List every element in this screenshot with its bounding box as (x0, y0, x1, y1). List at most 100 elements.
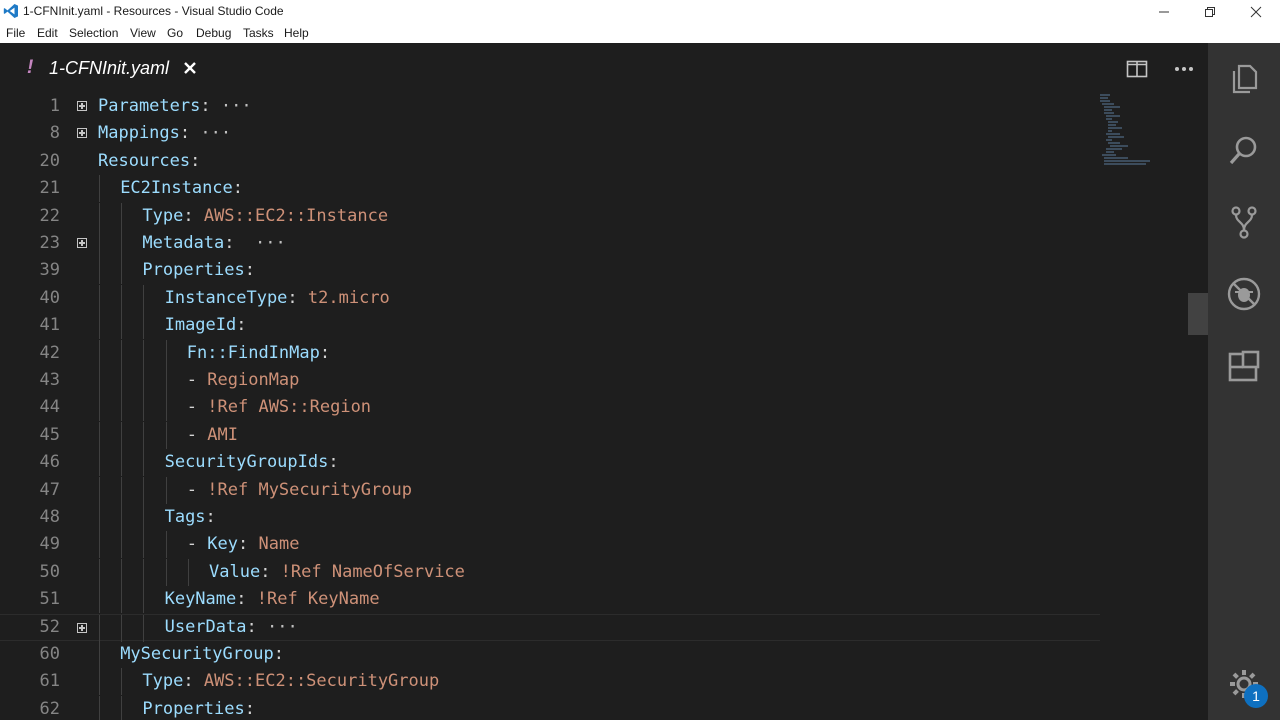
vertical-scrollbar[interactable] (1188, 93, 1208, 720)
code-text: EC2Instance: (120, 175, 243, 202)
indent-guide (143, 421, 145, 449)
menu-debug[interactable]: Debug (196, 26, 231, 40)
debug-icon[interactable] (1226, 276, 1262, 312)
code-token: - (186, 370, 208, 390)
code-line[interactable]: 62 Properties: (0, 695, 1100, 720)
more-actions-icon[interactable] (1173, 58, 1195, 80)
code-token: : (190, 150, 201, 171)
code-line[interactable]: 43 - RegionMap (0, 367, 1100, 394)
expand-fold-icon[interactable] (77, 101, 87, 111)
code-line[interactable]: 47 - !Ref MySecurityGroup (0, 476, 1100, 504)
code-text: Tags: (165, 504, 216, 531)
menu-bar: File Edit Selection View Go Debug Tasks … (0, 23, 1280, 44)
code-token: : (224, 233, 235, 253)
code-text: Fn::FindInMap: (187, 340, 330, 367)
modified-indicator: ! (27, 57, 34, 78)
indent-guide (143, 312, 145, 340)
menu-go[interactable]: Go (167, 26, 183, 40)
indent-guide (143, 531, 145, 559)
line-number: 1 (49, 96, 60, 116)
restore-button[interactable] (1187, 0, 1233, 23)
line-number: 41 (39, 315, 60, 336)
indent-guide (165, 531, 167, 559)
code-line[interactable]: 41 ImageId: (0, 312, 1100, 340)
indent-guide (99, 175, 100, 203)
code-token: : (244, 698, 255, 719)
code-token: : (287, 287, 308, 308)
indent-guide (99, 339, 100, 367)
indent-guide (99, 586, 100, 614)
close-icon[interactable] (181, 59, 199, 77)
indent-guide (121, 339, 123, 367)
editor-tab-strip: ! 1-CFNInit.yaml (0, 43, 1208, 93)
expand-fold-icon[interactable] (77, 128, 87, 139)
code-line[interactable]: 49 - Key: Name (0, 531, 1100, 559)
indent-guide (121, 476, 123, 504)
code-token: : (328, 452, 339, 473)
code-line[interactable]: 52 UserData: ··· (0, 613, 1100, 642)
search-icon[interactable] (1226, 132, 1262, 168)
code-line[interactable]: 23 Metadata: ··· (0, 230, 1100, 257)
code-line[interactable]: 42 Fn::FindInMap: (0, 339, 1100, 367)
split-editor-icon[interactable] (1126, 58, 1148, 80)
menu-tasks[interactable]: Tasks (243, 26, 274, 40)
code-line[interactable]: 21 EC2Instance: (0, 175, 1100, 203)
expand-fold-icon[interactable] (77, 238, 87, 248)
indent-guide (99, 230, 100, 257)
code-line[interactable]: 1 Parameters: ··· (0, 93, 1100, 120)
code-text: Properties: (142, 696, 255, 720)
menu-edit[interactable]: Edit (37, 26, 58, 40)
code-line[interactable]: 22 Type: AWS::EC2::Instance (0, 202, 1100, 230)
indent-guide (143, 476, 145, 504)
code-token: Metadata (142, 233, 225, 253)
code-token: Properties (142, 260, 245, 281)
code-line[interactable]: 46 SecurityGroupIds: (0, 449, 1100, 477)
code-line[interactable]: 51 KeyName: !Ref KeyName (0, 586, 1100, 614)
activity-bar (1208, 43, 1280, 720)
explorer-icon[interactable] (1226, 60, 1262, 96)
code-token: SecurityGroupIds (164, 452, 329, 473)
code-token: Mappings (98, 123, 180, 144)
code-token: : (183, 205, 204, 226)
code-line[interactable]: 20 Resources: (0, 148, 1100, 175)
code-line[interactable]: 39 Properties: (0, 257, 1100, 285)
code-token: !Ref MySecurityGroup (207, 479, 412, 500)
code-token: !Ref KeyName (256, 589, 380, 610)
scrollbar-thumb[interactable] (1188, 293, 1208, 335)
tab-1-cfninit-yaml[interactable]: ! 1-CFNInit.yaml (0, 43, 218, 93)
indent-guide (121, 504, 123, 531)
code-line[interactable]: 48 Tags: (0, 504, 1100, 531)
code-editor[interactable]: 1 Parameters: ··· 8 Mappings: ··· 20 Resource… (0, 93, 1208, 720)
code-token: UserData (164, 616, 247, 637)
minimize-icon (1159, 11, 1169, 12)
code-line[interactable]: 61 Type: AWS::EC2::SecurityGroup (0, 668, 1100, 696)
code-line[interactable]: 45 - AMI (0, 421, 1100, 449)
settings-update-badge[interactable]: 1 (1244, 684, 1268, 708)
code-line[interactable]: 8 Mappings: ··· (0, 120, 1100, 147)
code-token: Fn::FindInMap (186, 342, 320, 363)
code-line[interactable]: 60 MySecurityGroup: (0, 641, 1100, 668)
close-window-button[interactable] (1233, 0, 1279, 23)
line-number: 47 (39, 479, 60, 500)
indent-guide (121, 394, 123, 422)
menu-selection[interactable]: Selection (69, 26, 118, 40)
code-token: Properties (142, 698, 245, 719)
code-line[interactable]: 50 Value: !Ref NameOfService (0, 558, 1100, 586)
code-token: !Ref NameOfService (280, 561, 465, 582)
minimap[interactable] (1098, 93, 1158, 173)
menu-view[interactable]: View (130, 26, 156, 40)
indent-guide (121, 284, 123, 312)
indent-guide (121, 668, 123, 696)
code-line[interactable]: 40 InstanceType: t2.micro (0, 284, 1100, 312)
source-control-icon[interactable] (1226, 204, 1262, 240)
expand-fold-icon[interactable] (77, 622, 87, 633)
code-line[interactable]: 44 - !Ref AWS::Region (0, 394, 1100, 422)
indent-guide (187, 558, 189, 586)
menu-help[interactable]: Help (284, 26, 309, 40)
line-number: 60 (39, 644, 60, 664)
extensions-icon[interactable] (1226, 348, 1262, 384)
code-token: Parameters (98, 96, 201, 116)
minimize-button[interactable] (1141, 0, 1187, 23)
code-text: - !Ref AWS::Region (187, 394, 371, 421)
menu-file[interactable]: File (6, 26, 25, 40)
